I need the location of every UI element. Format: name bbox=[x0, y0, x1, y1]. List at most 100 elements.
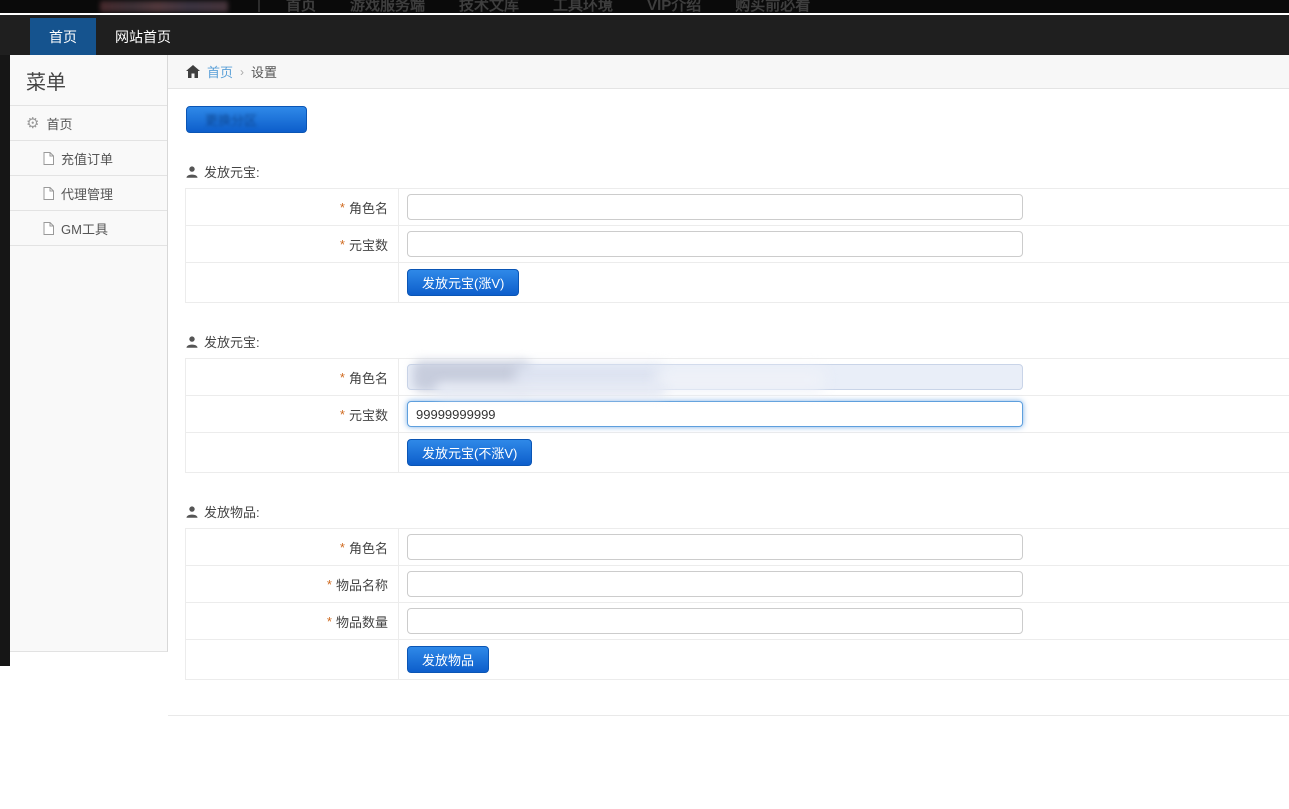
field-label-empty bbox=[186, 433, 399, 472]
section-title-issue-items: 发放物品: bbox=[186, 502, 1289, 521]
required-mark: * bbox=[340, 540, 345, 555]
field-label: * 物品数量 bbox=[186, 603, 399, 639]
form-row: * 角色名 bbox=[186, 359, 1289, 396]
item-role-name-input[interactable] bbox=[407, 534, 1023, 560]
nav-item-home[interactable]: 首页 bbox=[286, 0, 316, 13]
field-cell bbox=[399, 603, 1289, 639]
field-label-text: 元宝数 bbox=[349, 235, 388, 254]
field-label-text: 角色名 bbox=[349, 538, 388, 557]
field-label-empty bbox=[186, 640, 399, 679]
gear-icon: ⚙ bbox=[26, 116, 39, 131]
required-mark: * bbox=[327, 614, 332, 629]
tab-site-home[interactable]: 网站首页 bbox=[96, 18, 190, 55]
sidebar-left-strip bbox=[0, 55, 10, 666]
issue-items-button[interactable]: 发放物品 bbox=[407, 646, 489, 673]
nav-item-tech-docs[interactable]: 技术文库 bbox=[459, 0, 519, 13]
yuanbao-count-input[interactable] bbox=[407, 231, 1023, 257]
form-issue-yuanbao-1: * 角色名 * 元宝数 发放元宝(涨V) bbox=[185, 188, 1289, 303]
field-label-text: 角色名 bbox=[349, 198, 388, 217]
form-issue-yuanbao-2: * 角色名 * 元宝数 bbox=[185, 358, 1289, 473]
required-mark: * bbox=[340, 370, 345, 385]
item-name-input[interactable] bbox=[407, 571, 1023, 597]
nav-item-vip[interactable]: VIP介绍 bbox=[647, 0, 701, 13]
field-cell bbox=[399, 566, 1289, 602]
top-navigation: 首页 游戏服务端 技术文库 工具环境 VIP介绍 购买前必看 bbox=[286, 0, 810, 13]
nav-item-game-server[interactable]: 游戏服务端 bbox=[350, 0, 425, 13]
change-partition-button[interactable]: 更换分区 bbox=[186, 106, 307, 133]
toolbar: 更换分区 bbox=[186, 106, 1289, 133]
form-row: * 物品名称 bbox=[186, 566, 1289, 603]
field-label-text: 物品名称 bbox=[336, 575, 388, 594]
role-name-input-censored[interactable] bbox=[407, 364, 1023, 390]
breadcrumb-home-link[interactable]: 首页 bbox=[207, 62, 233, 81]
field-label: * 角色名 bbox=[186, 359, 399, 395]
main-content: 首页 › 设置 更换分区 发放元宝: * 角色名 * 元宝数 bbox=[168, 55, 1289, 809]
sidebar-item-label: 代理管理 bbox=[61, 184, 113, 203]
home-icon bbox=[186, 65, 200, 78]
form-row: * 角色名 bbox=[186, 189, 1289, 226]
field-label: * 元宝数 bbox=[186, 226, 399, 262]
field-cell bbox=[399, 529, 1289, 565]
sidebar-item-label: 充值订单 bbox=[61, 149, 113, 168]
person-icon bbox=[186, 506, 198, 518]
topbar-divider bbox=[258, 0, 260, 12]
required-mark: * bbox=[327, 577, 332, 592]
field-cell: 发放元宝(不涨V) bbox=[399, 433, 1289, 472]
tab-home[interactable]: 首页 bbox=[30, 18, 96, 55]
issue-yuanbao-raise-v-button[interactable]: 发放元宝(涨V) bbox=[407, 269, 519, 296]
field-label-empty bbox=[186, 263, 399, 302]
file-icon bbox=[43, 187, 54, 200]
sidebar-item-label: GM工具 bbox=[61, 219, 108, 238]
field-label-text: 元宝数 bbox=[349, 405, 388, 424]
section-title-text: 发放元宝: bbox=[204, 332, 260, 351]
field-cell bbox=[399, 359, 1289, 395]
file-icon bbox=[43, 152, 54, 165]
field-cell: 发放元宝(涨V) bbox=[399, 263, 1289, 302]
person-icon bbox=[186, 166, 198, 178]
issue-yuanbao-no-raise-v-button[interactable]: 发放元宝(不涨V) bbox=[407, 439, 532, 466]
form-row: * 元宝数 bbox=[186, 396, 1289, 433]
nav-item-before-buy[interactable]: 购买前必看 bbox=[735, 0, 810, 13]
form-row: 发放物品 bbox=[186, 640, 1289, 680]
section-title-text: 发放物品: bbox=[204, 502, 260, 521]
section-title-issue-yuanbao-2: 发放元宝: bbox=[186, 332, 1289, 351]
required-mark: * bbox=[340, 237, 345, 252]
form-row: * 元宝数 bbox=[186, 226, 1289, 263]
sidebar-menu: 菜单 ⚙ 首页 充值订单 代理管理 GM工具 bbox=[10, 55, 168, 652]
form-row: * 物品数量 bbox=[186, 603, 1289, 640]
field-label: * 角色名 bbox=[186, 529, 399, 565]
item-quantity-input[interactable] bbox=[407, 608, 1023, 634]
tab-bar: 首页 网站首页 bbox=[0, 15, 1289, 55]
field-cell bbox=[399, 396, 1289, 432]
role-name-input[interactable] bbox=[407, 194, 1023, 220]
sidebar-title: 菜单 bbox=[10, 55, 167, 106]
form-row: 发放元宝(涨V) bbox=[186, 263, 1289, 303]
footer-divider bbox=[168, 715, 1289, 716]
site-logo-blurred[interactable] bbox=[100, 1, 228, 12]
required-mark: * bbox=[340, 200, 345, 215]
breadcrumb: 首页 › 设置 bbox=[168, 55, 1289, 89]
yuanbao-count-input-focused[interactable] bbox=[407, 401, 1023, 427]
breadcrumb-separator: › bbox=[240, 65, 244, 79]
sidebar-item-agent-management[interactable]: 代理管理 bbox=[10, 176, 167, 211]
change-partition-label: 更换分区 bbox=[193, 110, 300, 129]
field-cell bbox=[399, 189, 1289, 225]
section-title-issue-yuanbao-1: 发放元宝: bbox=[186, 162, 1289, 181]
form-issue-items: * 角色名 * 物品名称 * 物品数量 bbox=[185, 528, 1289, 680]
form-row: * 角色名 bbox=[186, 529, 1289, 566]
field-label: * 元宝数 bbox=[186, 396, 399, 432]
sidebar-item-home[interactable]: ⚙ 首页 bbox=[10, 106, 167, 141]
section-title-text: 发放元宝: bbox=[204, 162, 260, 181]
top-site-bar: 首页 游戏服务端 技术文库 工具环境 VIP介绍 购买前必看 bbox=[0, 0, 1289, 13]
sidebar-item-recharge-orders[interactable]: 充值订单 bbox=[10, 141, 167, 176]
field-cell: 发放物品 bbox=[399, 640, 1289, 679]
nav-item-tools[interactable]: 工具环境 bbox=[553, 0, 613, 13]
form-row: 发放元宝(不涨V) bbox=[186, 433, 1289, 473]
field-label-text: 角色名 bbox=[349, 368, 388, 387]
field-label: * 角色名 bbox=[186, 189, 399, 225]
file-icon bbox=[43, 222, 54, 235]
breadcrumb-current-page: 设置 bbox=[251, 62, 277, 81]
field-label: * 物品名称 bbox=[186, 566, 399, 602]
sidebar-item-gm-tools[interactable]: GM工具 bbox=[10, 211, 167, 246]
field-label-text: 物品数量 bbox=[336, 612, 388, 631]
